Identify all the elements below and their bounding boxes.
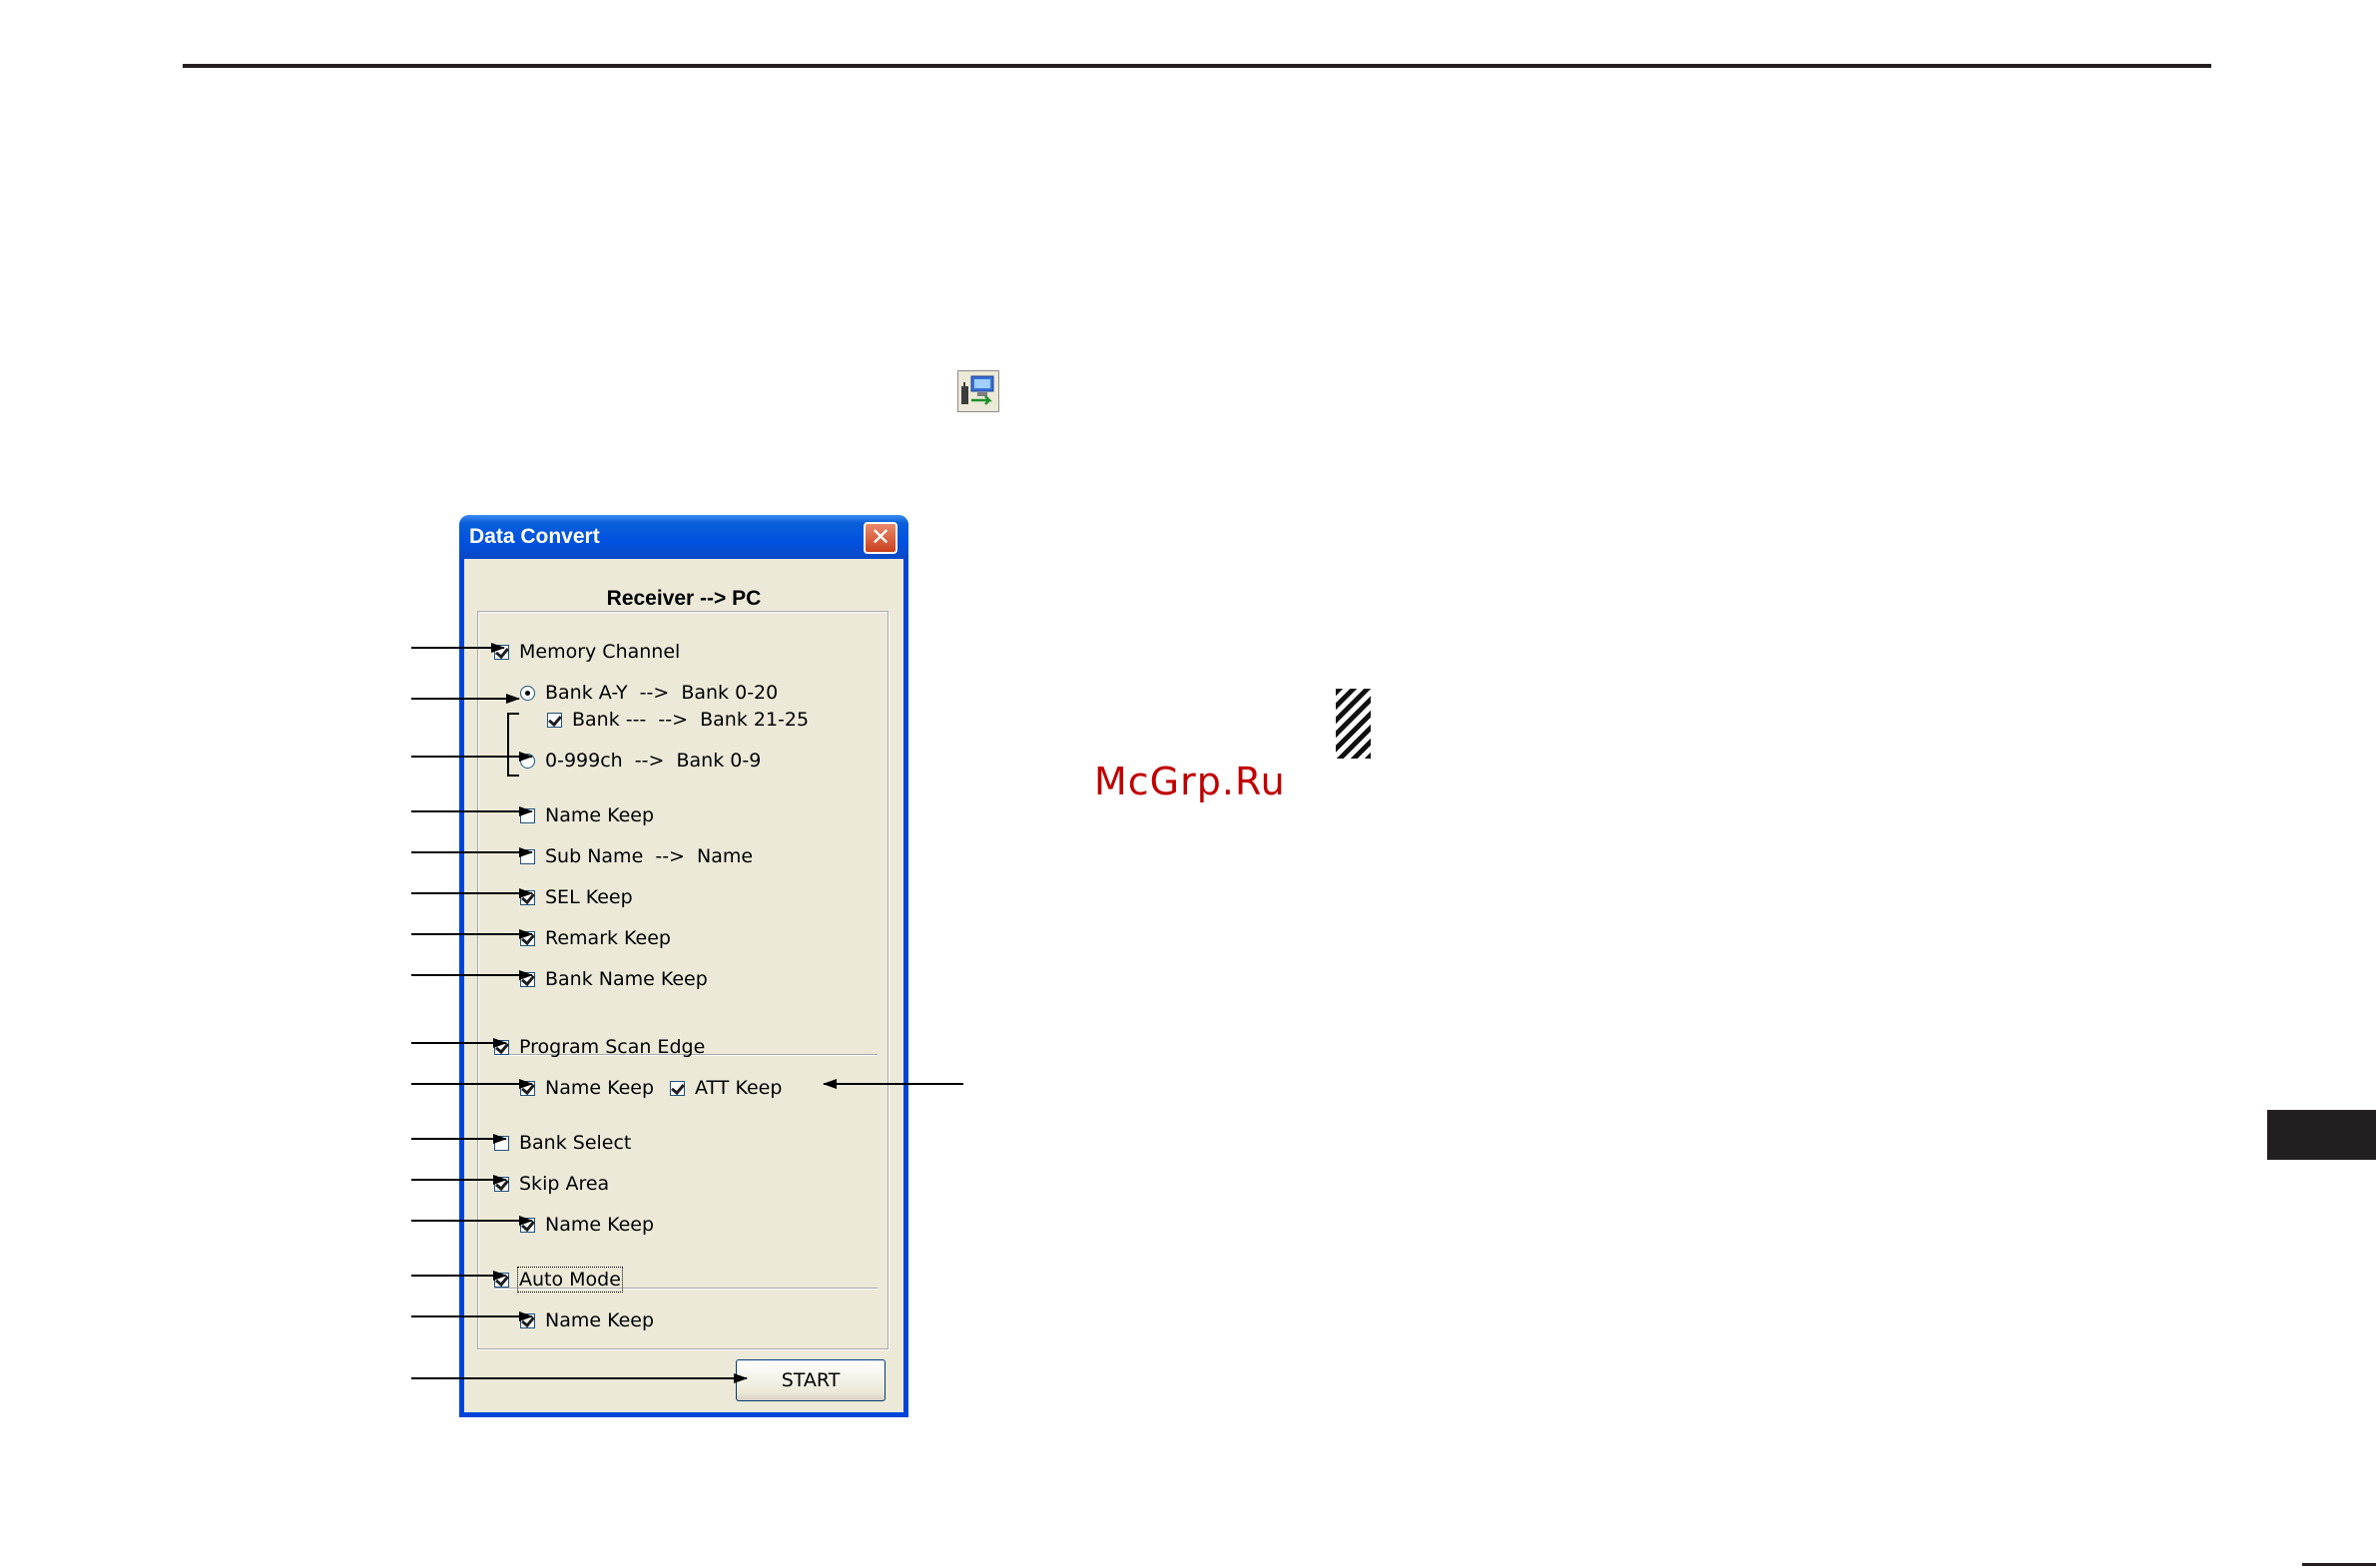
callout-lines [411, 643, 963, 1383]
